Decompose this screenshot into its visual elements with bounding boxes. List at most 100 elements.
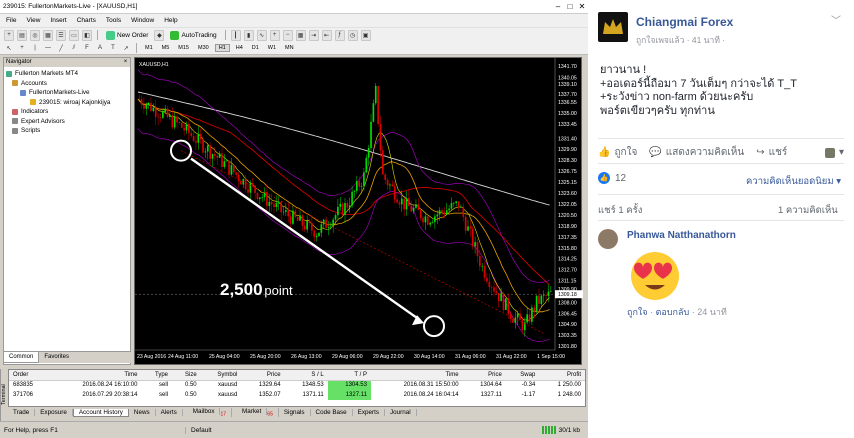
menu-tools[interactable]: Tools: [106, 17, 121, 24]
profile-selector[interactable]: ▾: [824, 147, 844, 158]
tab-exposure[interactable]: Exposure: [35, 409, 73, 416]
tile-windows-icon[interactable]: ▦: [295, 29, 306, 41]
splitter[interactable]: [0, 365, 588, 368]
tab-journal[interactable]: Journal: [385, 409, 417, 416]
comment-sort[interactable]: ความคิดเห็นยอดนิยม ▾: [746, 174, 841, 189]
tree-indicators[interactable]: Indicators: [6, 107, 128, 117]
column-header[interactable]: Size: [172, 370, 201, 381]
timeframe-w1[interactable]: W1: [265, 45, 279, 51]
column-header[interactable]: Profit: [539, 370, 585, 381]
comment-reply-link[interactable]: ตอบกลับ: [656, 307, 690, 317]
cursor-icon[interactable]: ↖: [4, 43, 14, 54]
column-header[interactable]: Time: [370, 370, 463, 381]
tab-signals[interactable]: Signals: [279, 409, 311, 416]
tab-common[interactable]: Common: [3, 352, 40, 363]
column-header[interactable]: Type: [141, 370, 173, 381]
data-window-icon[interactable]: ▦: [43, 29, 53, 41]
terminal-icon[interactable]: ▭: [69, 29, 79, 41]
timeframe-m5[interactable]: M5: [159, 45, 173, 51]
tree-experts[interactable]: Expert Advisors: [6, 117, 128, 127]
share-button[interactable]: ↪ แชร์: [756, 145, 787, 160]
column-header[interactable]: Price: [462, 370, 506, 381]
fibonacci-icon[interactable]: F: [82, 43, 92, 54]
page-avatar[interactable]: [598, 12, 628, 42]
column-header[interactable]: Order: [9, 370, 50, 381]
minimize-button[interactable]: –: [552, 1, 564, 12]
autoscroll-icon[interactable]: ⇥: [308, 29, 319, 41]
tester-icon[interactable]: ◧: [82, 29, 92, 41]
table-row[interactable]: 683835 2016.08.24 16:10:00 sell 0.50 xauusd 1…: [9, 380, 585, 390]
timeframe-h4[interactable]: H4: [233, 45, 246, 51]
menu-charts[interactable]: Charts: [77, 17, 96, 24]
tree-scripts[interactable]: Scripts: [6, 126, 128, 136]
tab-news[interactable]: News: [129, 409, 156, 416]
tab-mailbox[interactable]: Mailbox 17: [183, 407, 233, 418]
tree-accounts[interactable]: Accounts: [6, 79, 128, 89]
crosshair-icon[interactable]: +: [17, 43, 27, 54]
tree-root[interactable]: Fullerton Markets MT4: [6, 69, 128, 79]
line-chart-icon[interactable]: ∿: [256, 29, 267, 41]
navigator-close-icon[interactable]: ×: [121, 58, 130, 67]
timeframe-m15[interactable]: M15: [175, 45, 192, 51]
profiles-icon[interactable]: ▤: [17, 29, 27, 41]
tree-account[interactable]: 239015: wiroaj Kajonkijya: [6, 98, 128, 108]
like-button[interactable]: 👍 ถูกใจ: [598, 145, 637, 160]
comment-count[interactable]: 1 ความคิดเห็น: [778, 203, 838, 218]
close-button[interactable]: ✕: [576, 1, 588, 12]
channel-icon[interactable]: ⫽: [69, 43, 79, 54]
tree-server[interactable]: FullertonMarkets-Live: [6, 88, 128, 98]
templates-icon[interactable]: ▣: [360, 29, 371, 41]
new-order-button[interactable]: New Order: [103, 29, 151, 41]
timeframe-h1[interactable]: H1: [214, 44, 230, 52]
trendline-icon[interactable]: ╱: [56, 43, 66, 54]
timeframe-d1[interactable]: D1: [249, 45, 262, 51]
timeframe-m1[interactable]: M1: [142, 45, 156, 51]
timeframe-m30[interactable]: M30: [195, 45, 212, 51]
menu-insert[interactable]: Insert: [50, 17, 66, 24]
column-header[interactable]: Time: [49, 370, 142, 381]
column-header[interactable]: Price: [241, 370, 285, 381]
bar-chart-icon[interactable]: ┃: [230, 29, 241, 41]
chart-shift-icon[interactable]: ⇤: [321, 29, 332, 41]
menu-file[interactable]: File: [6, 17, 16, 24]
autotrading-button[interactable]: AutoTrading: [167, 29, 219, 41]
comment-avatar[interactable]: [598, 229, 618, 249]
tab-market[interactable]: Market 65: [232, 407, 279, 418]
tab-code-base[interactable]: Code Base: [311, 409, 353, 416]
periods-icon[interactable]: ◷: [347, 29, 358, 41]
text-tool-icon[interactable]: A: [95, 43, 105, 54]
column-header[interactable]: Swap: [505, 370, 540, 381]
tab-experts[interactable]: Experts: [353, 409, 386, 416]
post-options-chevron-icon[interactable]: ﹀: [831, 12, 841, 27]
metaeditor-icon[interactable]: ◆: [154, 29, 165, 41]
maximize-button[interactable]: □: [564, 1, 576, 12]
column-header[interactable]: Symbol: [200, 370, 242, 381]
tab-favorites[interactable]: Favorites: [39, 352, 74, 363]
menu-help[interactable]: Help: [164, 17, 177, 24]
timeframe-mn[interactable]: MN: [282, 45, 297, 51]
column-header[interactable]: S / L: [284, 370, 328, 381]
comment-like-link[interactable]: ถูกใจ: [627, 307, 648, 317]
horizontal-line-icon[interactable]: —: [43, 43, 53, 54]
arrow-tool-icon[interactable]: ↗: [121, 43, 131, 54]
zoom-in-icon[interactable]: +: [269, 29, 280, 41]
navigator-icon[interactable]: ☰: [56, 29, 66, 41]
page-name[interactable]: Chiangmai Forex: [636, 15, 733, 29]
column-header[interactable]: T / P: [327, 370, 371, 381]
comment-author[interactable]: Phanwa Natthanathorn: [627, 230, 736, 241]
candlestick-icon[interactable]: ▮: [243, 29, 254, 41]
new-chart-icon[interactable]: +: [4, 29, 14, 41]
menu-window[interactable]: Window: [131, 17, 154, 24]
label-tool-icon[interactable]: T: [108, 43, 118, 54]
price-chart[interactable]: 1341.70 1340.05 1339.10 1337.70 1336.55 1335.…: [134, 57, 583, 365]
tab-trade[interactable]: Trade: [8, 409, 36, 416]
tab-alerts[interactable]: Alerts: [156, 409, 183, 416]
indicators-icon[interactable]: ƒ: [334, 29, 345, 41]
comment-button[interactable]: 💬 แสดงความคิดเห็น: [649, 145, 744, 160]
share-count[interactable]: แชร์ 1 ครั้ง: [598, 203, 642, 218]
tab-account-history[interactable]: Account History: [72, 408, 129, 417]
like-summary[interactable]: 👍 12: [598, 172, 626, 184]
market-watch-icon[interactable]: ◎: [30, 29, 40, 41]
table-row[interactable]: 371706 2016.07.29 20:38:14 sell 0.50 xauusd 1…: [9, 390, 585, 400]
vertical-line-icon[interactable]: |: [30, 43, 40, 54]
